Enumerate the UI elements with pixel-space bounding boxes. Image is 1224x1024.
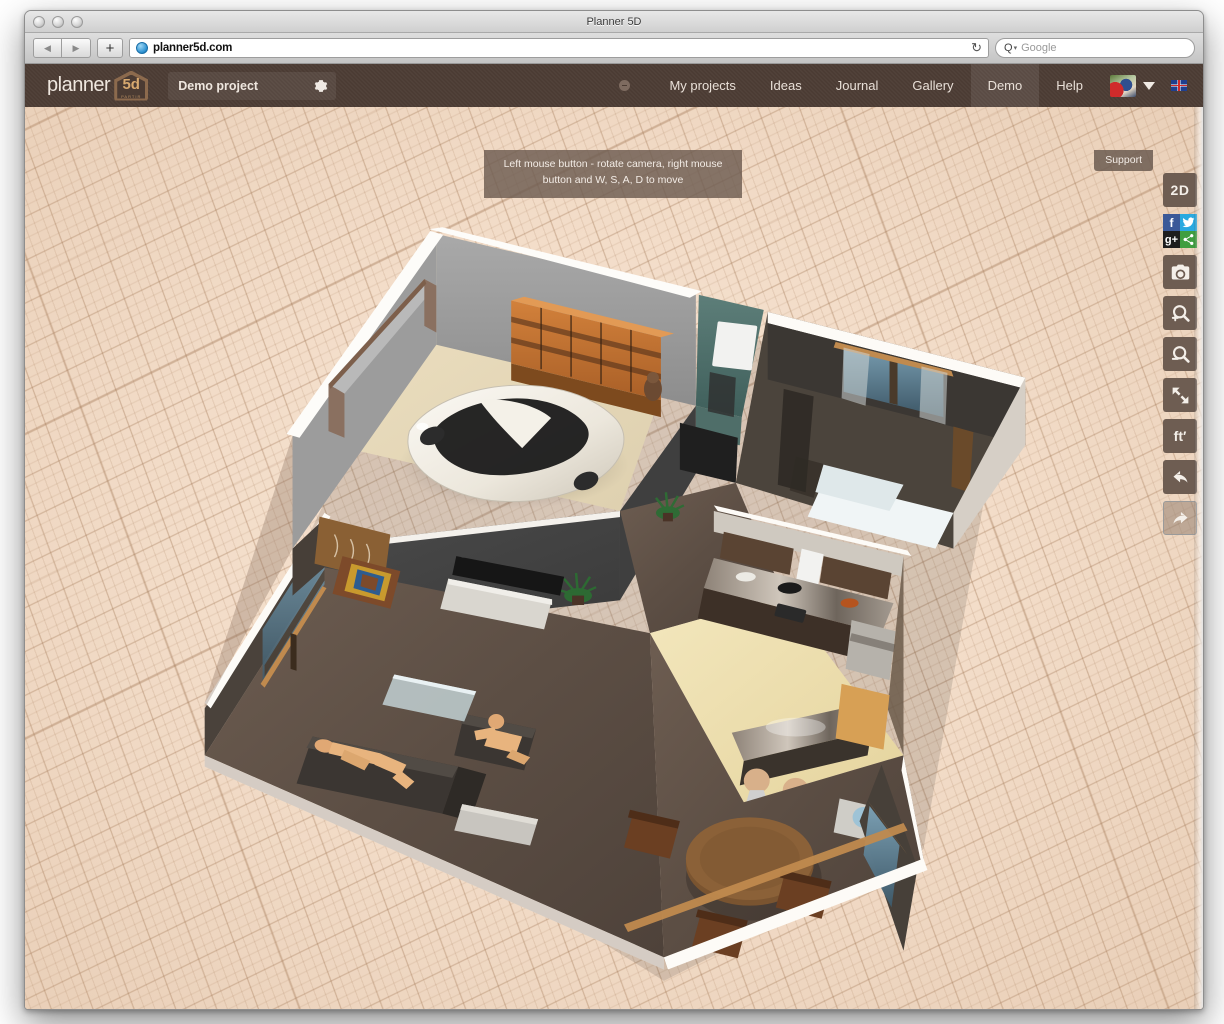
bathroom-fixture <box>712 321 757 370</box>
zoom-out-button[interactable] <box>1163 337 1197 371</box>
project-name-field[interactable]: Demo project <box>168 72 336 100</box>
nav-item-demo[interactable]: Demo <box>971 64 1040 107</box>
gear-icon[interactable] <box>314 79 328 93</box>
collapse-menu-icon[interactable] <box>619 80 630 91</box>
window-traffic-lights[interactable] <box>33 16 83 28</box>
camera-hint-tooltip: Left mouse button - rotate camera, right… <box>484 150 742 198</box>
planner5d-logo[interactable]: planner 5d PARTIR <box>47 71 148 101</box>
address-bar[interactable]: planner5d.com ↻ <box>129 38 989 58</box>
view-2d-button[interactable]: 2D <box>1163 173 1197 207</box>
chevron-down-icon[interactable] <box>1143 82 1155 90</box>
browser-search-field[interactable]: Q ▾ Google <box>995 38 1195 58</box>
kitchen-side-cabinet <box>836 684 890 750</box>
zoom-window-button[interactable] <box>71 16 83 28</box>
minimize-window-button[interactable] <box>52 16 64 28</box>
units-button[interactable]: ft′ <box>1163 419 1197 453</box>
logo-badge-subtext: PARTIR <box>114 94 148 99</box>
logo-wordmark: planner <box>47 74 110 97</box>
navigation-buttons: ◀ ▶ <box>33 38 91 58</box>
google-plus-icon[interactable]: g+ <box>1163 231 1180 248</box>
back-button[interactable]: ◀ <box>33 38 62 58</box>
chevron-down-icon[interactable]: ▾ <box>1014 44 1018 52</box>
floorplan-3d-canvas[interactable]: Left mouse button - rotate camera, right… <box>25 107 1203 1009</box>
support-tab[interactable]: Support <box>1094 150 1153 171</box>
search-icon: Q <box>1004 42 1013 54</box>
avatar[interactable] <box>1110 75 1136 97</box>
view-toolbar: 2D f g+ <box>1163 173 1197 535</box>
main-navigation: My projects Ideas Journal Gallery Demo H… <box>619 64 1203 107</box>
canvas-right-gutter <box>1194 107 1203 1009</box>
browser-titlebar: Planner 5D <box>25 11 1203 33</box>
reload-icon[interactable]: ↻ <box>971 40 982 56</box>
forward-button[interactable]: ▶ <box>62 38 91 58</box>
house-badge-icon: 5d PARTIR <box>114 71 148 101</box>
kitchen-pot <box>841 598 859 607</box>
fullscreen-button[interactable] <box>1163 378 1197 412</box>
house-3d-model[interactable] <box>25 107 1203 1009</box>
nav-item-journal[interactable]: Journal <box>819 64 896 107</box>
facebook-icon[interactable]: f <box>1163 214 1180 231</box>
planner5d-app: planner 5d PARTIR Demo project <box>25 64 1203 1009</box>
undo-button[interactable] <box>1163 460 1197 494</box>
logo-badge-text: 5d <box>122 77 140 92</box>
language-flag-icon[interactable] <box>1171 80 1187 91</box>
browser-toolbar: ◀ ▶ + planner5d.com ↻ Q ▾ Google <box>25 33 1203 64</box>
nav-item-help[interactable]: Help <box>1039 64 1100 107</box>
kitchen-bowl <box>736 572 756 581</box>
cooktop <box>778 582 802 593</box>
nav-item-ideas[interactable]: Ideas <box>753 64 819 107</box>
app-header: planner 5d PARTIR Demo project <box>25 64 1203 107</box>
nav-item-gallery[interactable]: Gallery <box>895 64 970 107</box>
browser-window: Planner 5D ◀ ▶ + planner5d.com ↻ Q ▾ Goo… <box>24 10 1204 1010</box>
globe-icon <box>136 42 148 54</box>
nav-item-my-projects[interactable]: My projects <box>652 64 752 107</box>
social-share-group[interactable]: f g+ <box>1163 214 1197 248</box>
screenshot-button[interactable] <box>1163 255 1197 289</box>
search-input[interactable]: Google <box>1021 42 1056 54</box>
address-bar-url: planner5d.com <box>153 42 232 54</box>
zoom-in-button[interactable] <box>1163 296 1197 330</box>
window-title: Planner 5D <box>25 16 1203 28</box>
redo-button[interactable] <box>1163 501 1197 535</box>
close-window-button[interactable] <box>33 16 45 28</box>
new-tab-button[interactable]: + <box>97 38 123 58</box>
project-name-label: Demo project <box>178 79 258 93</box>
bathroom-shower <box>708 372 736 417</box>
